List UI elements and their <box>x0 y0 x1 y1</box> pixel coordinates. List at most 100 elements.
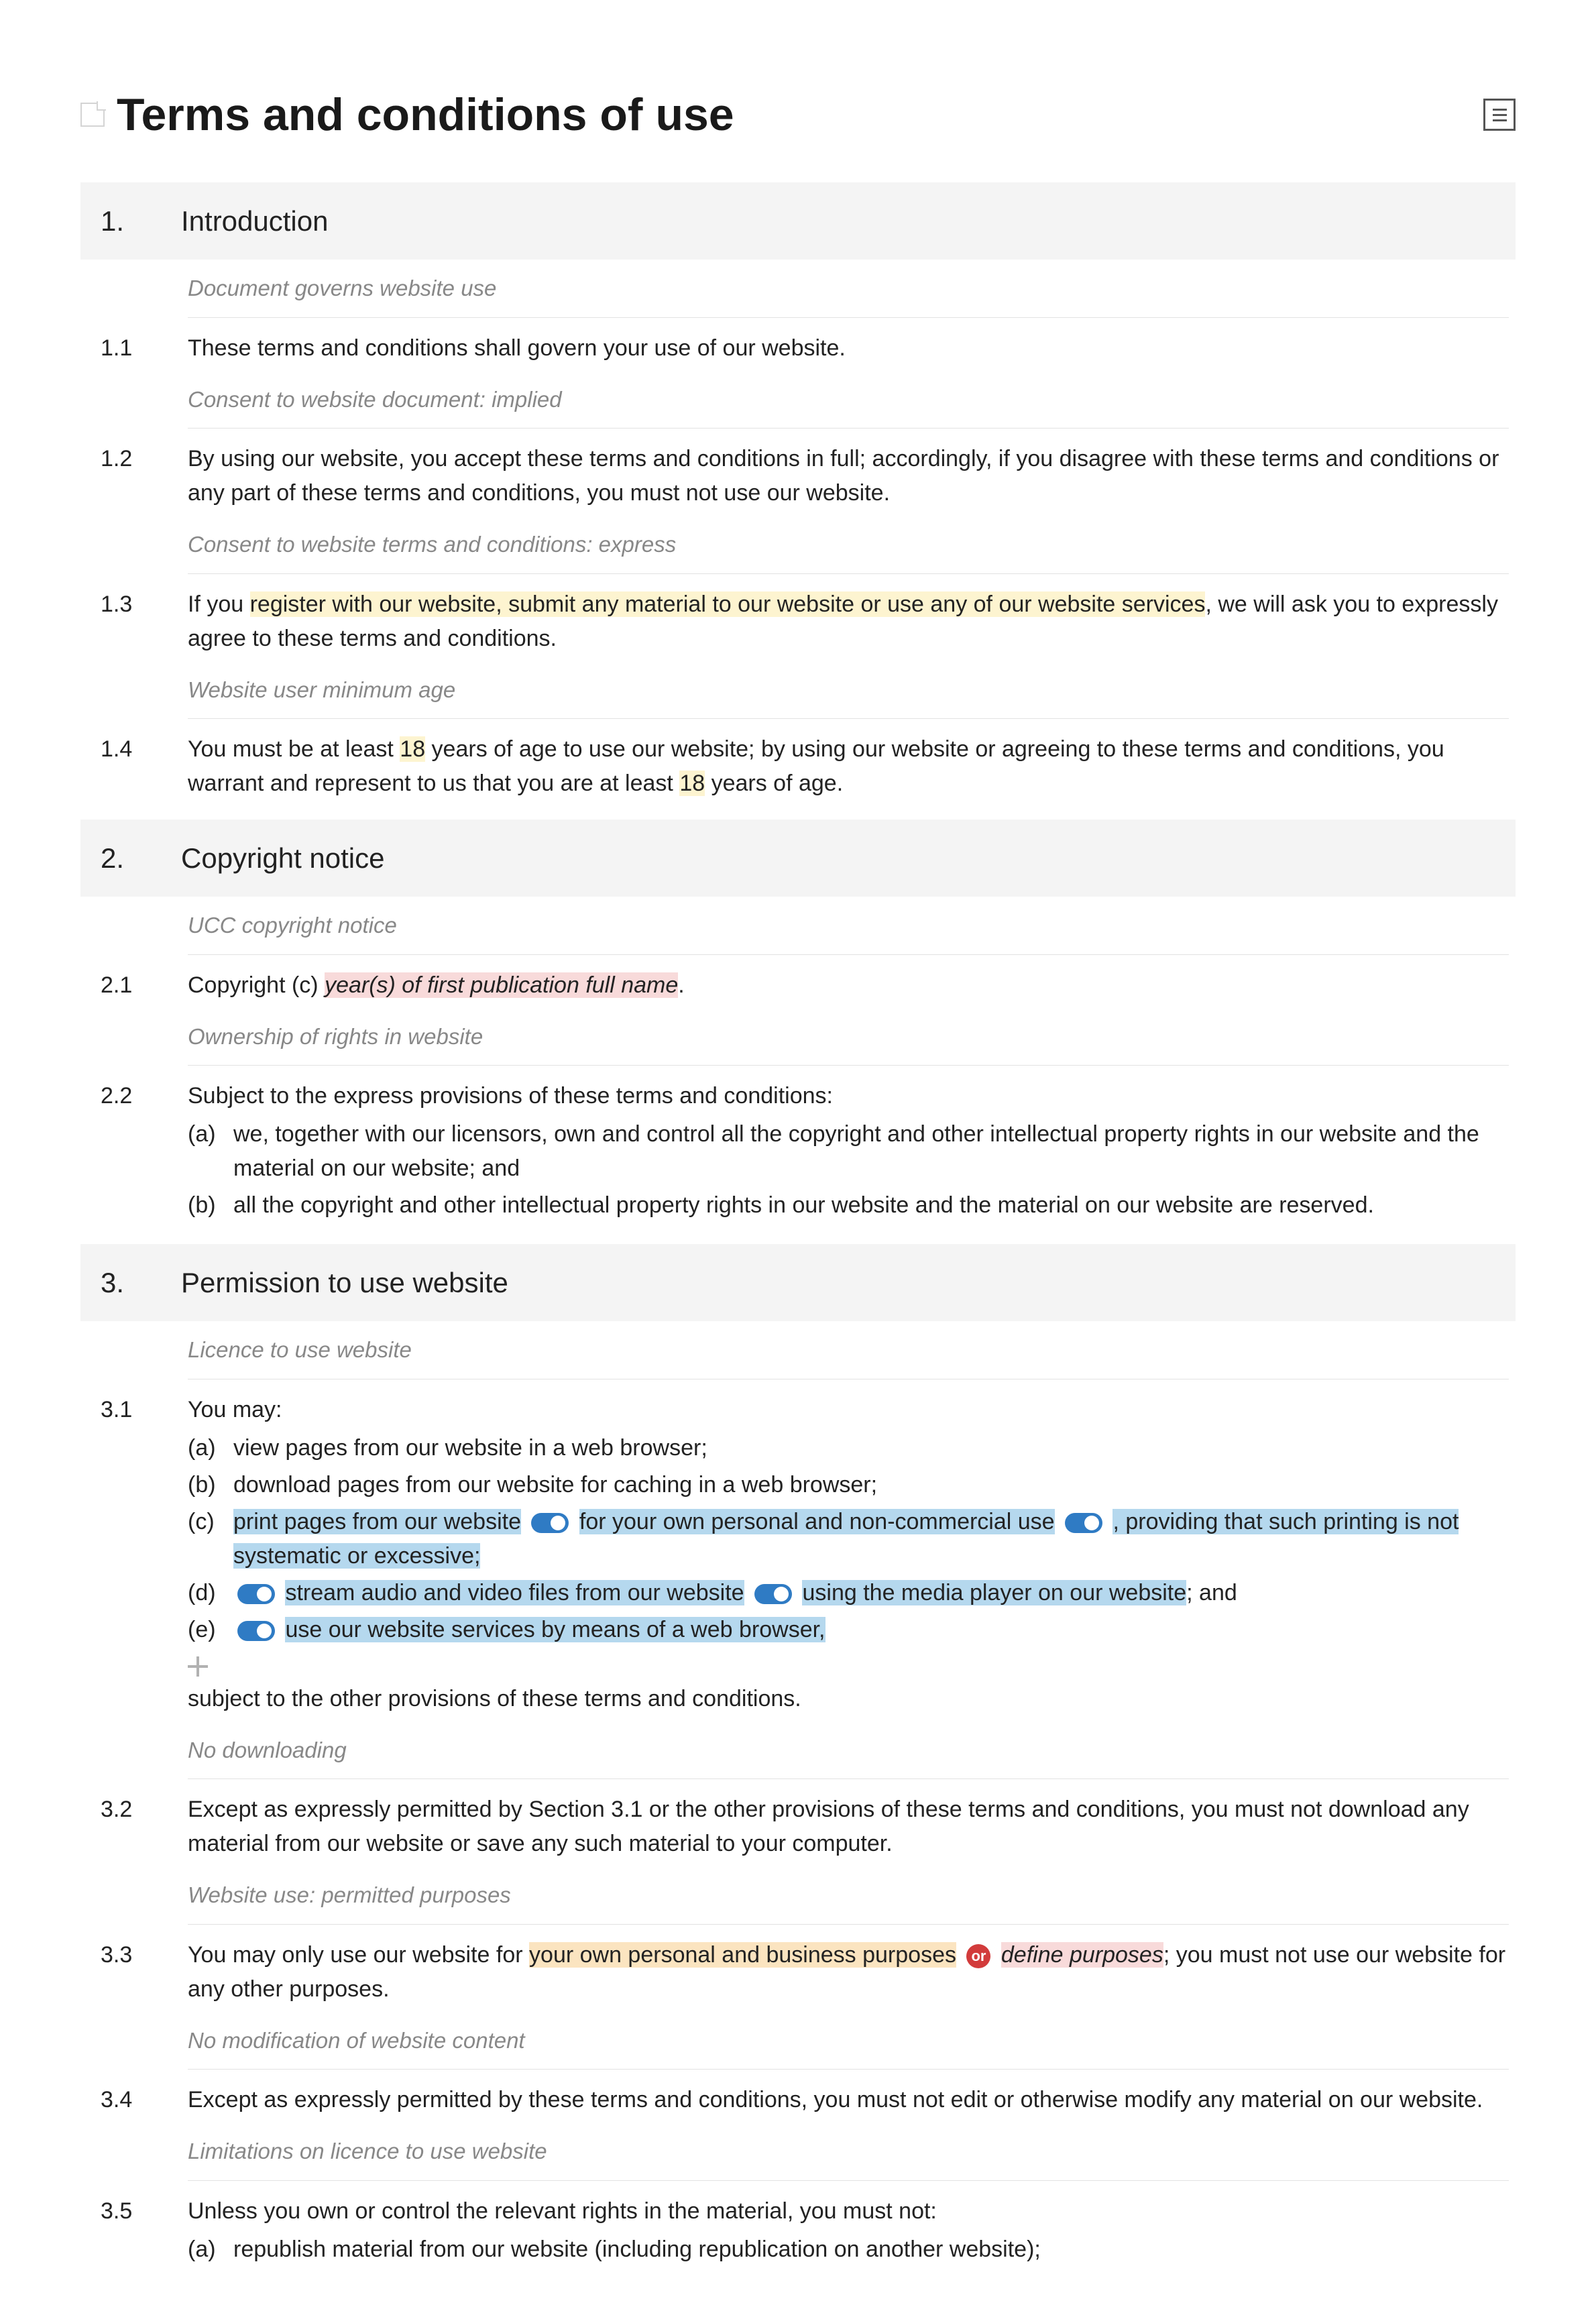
clause-note: Licence to use website <box>188 1321 1509 1379</box>
clause-note: No modification of website content <box>188 2012 1509 2070</box>
clause-note: Ownership of rights in website <box>188 1008 1509 1066</box>
clause-note: No downloading <box>188 1721 1509 1780</box>
sublist: (a) view pages from our website in a web… <box>188 1431 1509 1647</box>
item-text: view pages from our website in a web bro… <box>233 1431 1509 1465</box>
clause-note: UCC copyright notice <box>188 897 1509 955</box>
clause-2-2: 2.2 Subject to the express provisions of… <box>80 1066 1516 1231</box>
clause-body: You may: (a) view pages from our website… <box>188 1393 1509 1716</box>
clause-note: Website user minimum age <box>188 661 1509 720</box>
clause-3-2: 3.2 Except as expressly permitted by Sec… <box>80 1779 1516 1866</box>
clause-number: 1.2 <box>101 442 161 510</box>
clause-number: 3.2 <box>101 1793 161 1861</box>
item-text: we, together with our licensors, own and… <box>233 1117 1509 1186</box>
clause-number: 2.1 <box>101 968 161 1003</box>
toggle-switch[interactable] <box>754 1584 792 1604</box>
clause-body: Copyright (c) year(s) of first publicati… <box>188 968 1509 1003</box>
item-label: (e) <box>188 1613 225 1647</box>
clause-3-4: 3.4 Except as expressly permitted by the… <box>80 2070 1516 2123</box>
list-item: (b) download pages from our website for … <box>188 1468 1509 1502</box>
clause-number: 3.3 <box>101 1938 161 2007</box>
list-item: (a) republish material from our website … <box>188 2233 1509 2267</box>
section-2-header: 2. Copyright notice <box>80 820 1516 897</box>
item-label: (c) <box>188 1505 225 1539</box>
title-wrap: Terms and conditions of use <box>80 80 734 149</box>
list-item: (b) all the copyright and other intellec… <box>188 1188 1509 1223</box>
clause-body: You may only use our website for your ow… <box>188 1938 1509 2007</box>
toggle-switch[interactable] <box>1065 1513 1102 1533</box>
clause-1-4: 1.4 You must be at least 18 years of age… <box>80 719 1516 806</box>
optional-segment[interactable]: print pages from our website <box>233 1509 521 1534</box>
clause-body: Unless you own or control the relevant r… <box>188 2194 1509 2269</box>
item-label: (b) <box>188 1188 225 1223</box>
clause-body: By using our website, you accept these t… <box>188 442 1509 510</box>
item-label: (a) <box>188 1431 225 1465</box>
clause-body: If you register with our website, submit… <box>188 587 1509 656</box>
section-number: 3. <box>101 1261 141 1304</box>
section-title: Permission to use website <box>181 1261 508 1304</box>
sublist: (a) republish material from our website … <box>188 2233 1509 2267</box>
item-label: (b) <box>188 1468 225 1502</box>
list-item: (a) we, together with our licensors, own… <box>188 1117 1509 1186</box>
section-title: Copyright notice <box>181 837 385 879</box>
list-item: (a) view pages from our website in a web… <box>188 1431 1509 1465</box>
clause-number: 1.1 <box>101 331 161 365</box>
clause-number: 2.2 <box>101 1079 161 1225</box>
clause-note: Limitations on licence to use website <box>188 2123 1509 2181</box>
clause-intro: Unless you own or control the relevant r… <box>188 2194 1509 2228</box>
clause-number: 1.3 <box>101 587 161 656</box>
clause-note: Website use: permitted purposes <box>188 1866 1509 1925</box>
option-segment[interactable]: your own personal and business purposes <box>529 1942 956 1968</box>
optional-segment[interactable]: for your own personal and non-commercial… <box>579 1509 1055 1534</box>
text-segment: . <box>678 972 684 998</box>
outline-menu-icon[interactable] <box>1483 99 1516 131</box>
placeholder-field[interactable]: year(s) of first publication full name <box>325 972 678 998</box>
toggle-switch[interactable] <box>531 1513 569 1533</box>
add-item-icon[interactable] <box>188 1656 208 1677</box>
clause-number: 1.4 <box>101 732 161 801</box>
text-segment: years of age. <box>705 771 843 796</box>
item-label: (a) <box>188 1117 225 1151</box>
optional-segment[interactable]: use our website services by means of a w… <box>285 1617 825 1642</box>
section-1-header: 1. Introduction <box>80 182 1516 260</box>
clause-number: 3.4 <box>101 2083 161 2117</box>
clause-number: 3.5 <box>101 2194 161 2269</box>
clause-3-1: 3.1 You may: (a) view pages from our web… <box>80 1379 1516 1721</box>
clause-body: These terms and conditions shall govern … <box>188 331 1509 365</box>
item-text: print pages from our website for your ow… <box>233 1505 1509 1573</box>
section-title: Introduction <box>181 200 328 242</box>
section-number: 1. <box>101 200 141 242</box>
or-badge[interactable]: or <box>966 1944 990 1968</box>
optional-segment[interactable]: stream audio and video files from our we… <box>285 1580 744 1605</box>
clause-intro: Subject to the express provisions of the… <box>188 1079 1509 1113</box>
clause-1-3: 1.3 If you register with our website, su… <box>80 574 1516 661</box>
text-segment: You must be at least <box>188 736 400 762</box>
item-text: stream audio and video files from our we… <box>233 1576 1509 1610</box>
toggle-switch[interactable] <box>237 1584 275 1604</box>
document-icon <box>80 103 105 127</box>
editable-highlight[interactable]: 18 <box>679 771 705 796</box>
list-item: (d) stream audio and video files from ou… <box>188 1576 1509 1610</box>
clause-3-3: 3.3 You may only use our website for you… <box>80 1925 1516 2012</box>
clause-intro: You may: <box>188 1393 1509 1427</box>
clause-note: Consent to website document: implied <box>188 371 1509 429</box>
list-item: (c) print pages from our website for you… <box>188 1505 1509 1573</box>
clause-body: Except as expressly permitted by these t… <box>188 2083 1509 2117</box>
clause-body: Except as expressly permitted by Section… <box>188 1793 1509 1861</box>
item-label: (d) <box>188 1576 225 1610</box>
text-segment: If you <box>188 591 250 617</box>
clause-2-1: 2.1 Copyright (c) year(s) of first publi… <box>80 955 1516 1008</box>
clause-3-5: 3.5 Unless you own or control the releva… <box>80 2181 1516 2275</box>
optional-segment[interactable]: using the media player on our website <box>802 1580 1186 1605</box>
editable-highlight[interactable]: 18 <box>400 736 425 762</box>
item-label: (a) <box>188 2233 225 2267</box>
editable-highlight[interactable]: register with our website, submit any ma… <box>250 591 1206 617</box>
item-text: republish material from our website (inc… <box>233 2233 1509 2267</box>
item-text: download pages from our website for cach… <box>233 1468 1509 1502</box>
toggle-switch[interactable] <box>237 1621 275 1641</box>
clause-note: Document governs website use <box>188 260 1509 318</box>
text-segment: ; and <box>1186 1580 1237 1605</box>
clause-note: Consent to website terms and conditions:… <box>188 516 1509 574</box>
text-segment: You may only use our website for <box>188 1942 529 1968</box>
placeholder-field[interactable]: define purposes <box>1001 1942 1163 1968</box>
clause-1-2: 1.2 By using our website, you accept the… <box>80 429 1516 516</box>
